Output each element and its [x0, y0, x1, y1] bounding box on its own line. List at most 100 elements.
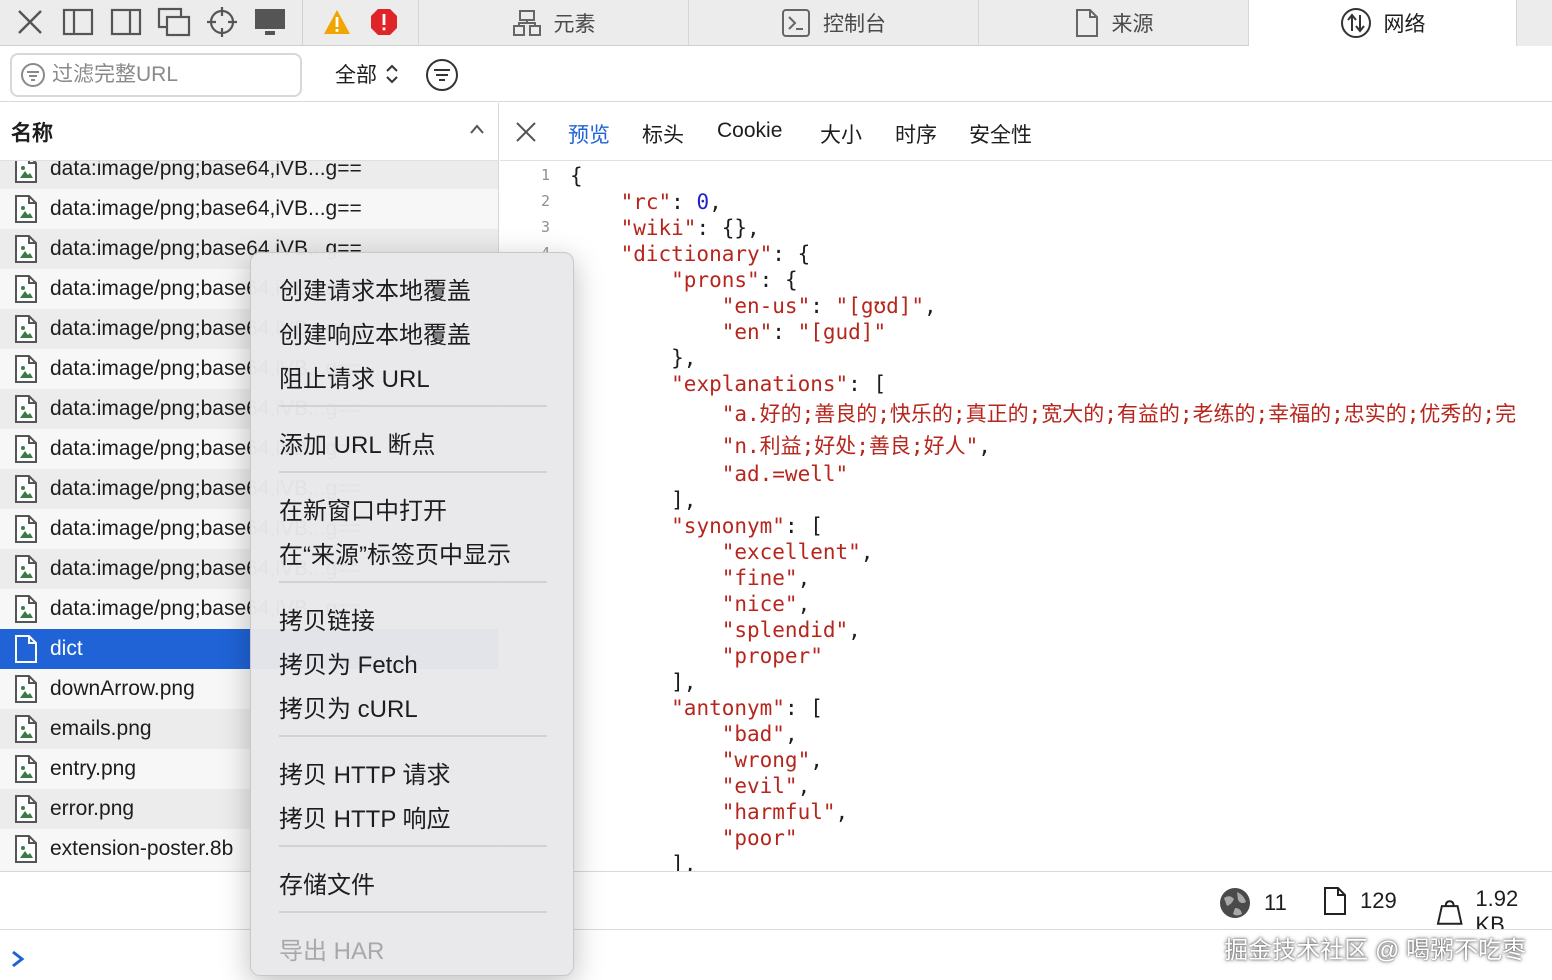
tab-security[interactable]: 安全性 [969, 119, 1032, 149]
filter-icon [21, 63, 45, 87]
tab-headers[interactable]: 标头 [642, 119, 684, 149]
menu-item-copy-link[interactable]: 拷贝链接 [279, 601, 375, 636]
filter-url-field[interactable] [10, 53, 302, 97]
json-string: "[gʊd]" [835, 294, 925, 318]
device-icon[interactable] [252, 4, 288, 40]
tab-network[interactable]: 网络 [1248, 0, 1516, 46]
resource-type-value: 全部 [335, 64, 377, 87]
menu-item-copy-as-fetch[interactable]: 拷贝为 Fetch [279, 645, 418, 680]
close-icon[interactable] [12, 4, 48, 40]
json-line: "proper" [570, 643, 823, 669]
resources-count: 129 [1322, 886, 1397, 916]
tab-console[interactable]: 控制台 [688, 0, 978, 46]
json-string: "proper" [721, 644, 823, 668]
json-line: "poor" [570, 825, 798, 851]
undock-icon[interactable] [156, 4, 192, 40]
image-file-icon [15, 195, 37, 223]
tab-elements[interactable]: 元素 [418, 0, 688, 46]
request-row-name: extension-poster.8b [50, 837, 234, 860]
dock-left-icon[interactable] [60, 4, 96, 40]
tab-preview[interactable]: 预览 [568, 119, 610, 149]
json-line: "explanations": [ [671, 372, 887, 396]
requests-count: 11 [1218, 886, 1287, 920]
watermark: 掘金技术社区 @ 喝粥不吃枣 [1224, 937, 1526, 964]
menu-item-block-request-url[interactable]: 阻止请求 URL [279, 359, 430, 394]
json-key: "explanations" [671, 372, 849, 396]
request-row[interactable]: data:image/png;base64,iVB...g== [0, 189, 498, 229]
request-row-name: data:image/png;base64,iVB...g== [50, 197, 362, 220]
json-key: "dictionary" [620, 242, 773, 266]
menu-separator [279, 581, 547, 583]
devtools-toolbar: 元素 控制台 来源 网络 [0, 0, 1552, 46]
request-row-name: error.png [50, 797, 135, 820]
menu-item-save-file[interactable]: 存储文件 [279, 865, 375, 900]
resource-type-select[interactable]: 全部 [335, 58, 399, 90]
request-row-name: emails.png [50, 717, 152, 740]
json-line: "ad.=well" [570, 461, 848, 487]
filter-url-input[interactable] [52, 63, 272, 87]
menu-separator [279, 471, 547, 473]
column-name-label: 名称 [11, 121, 53, 145]
line-number: 1 [540, 166, 550, 184]
network-icon [1340, 8, 1371, 38]
menu-item-copy-http-response[interactable]: 拷贝 HTTP 响应 [279, 799, 451, 834]
menu-item-open-new-window[interactable]: 在新窗口中打开 [279, 491, 447, 526]
sort-ascending-icon[interactable] [469, 123, 485, 135]
menu-separator [279, 845, 547, 847]
json-string: "a.好的;善良的;快乐的;真正的;宽大的;有益的;老练的;幸福的;忠实的;优秀… [721, 402, 1517, 426]
image-file-icon [15, 595, 37, 623]
json-string: "fine" [721, 566, 798, 590]
console-prompt-icon[interactable] [10, 950, 26, 968]
tab-timing[interactable]: 时序 [895, 119, 937, 149]
request-row-name: entry.png [50, 757, 136, 780]
tab-cookie[interactable]: Cookie [717, 119, 782, 143]
image-file-icon [15, 435, 37, 463]
context-menu: 创建请求本地覆盖 创建响应本地覆盖 阻止请求 URL 添加 URL 断点 在新窗… [250, 252, 574, 976]
json-string: "n.利益;好处;善良;好人" [721, 434, 979, 458]
resources-count-value: 129 [1360, 888, 1397, 913]
image-file-icon [15, 835, 37, 863]
tab-sources[interactable]: 来源 [978, 0, 1248, 46]
error-icon[interactable] [366, 4, 402, 40]
json-line: ], [570, 670, 697, 694]
tab-sources-label: 来源 [1111, 13, 1154, 36]
requests-count-value: 11 [1264, 890, 1287, 915]
line-number: 3 [540, 218, 550, 236]
json-line: "rc": 0, [620, 190, 722, 214]
list-header-name[interactable]: 名称 [0, 103, 498, 161]
image-file-icon [15, 275, 37, 303]
json-string: "harmful" [721, 800, 836, 824]
json-line: "antonym": [ [671, 696, 823, 720]
filter-bar: 全部 [0, 46, 1552, 102]
json-line: }, [570, 346, 697, 370]
json-line: "evil", [721, 774, 811, 798]
select-updown-icon [386, 64, 398, 84]
image-file-icon [15, 755, 37, 783]
inspect-crosshair-icon[interactable] [204, 4, 240, 40]
json-line: "en-us": "[gʊd]", [721, 294, 937, 318]
json-string: "wrong" [721, 748, 811, 772]
menu-separator [279, 911, 547, 913]
json-line: "dictionary": { [620, 242, 811, 266]
dock-right-icon[interactable] [108, 4, 144, 40]
image-file-icon [15, 235, 37, 263]
image-file-icon [15, 315, 37, 343]
json-key: "en-us" [721, 294, 811, 318]
json-line: "fine", [721, 566, 811, 590]
image-file-icon [15, 355, 37, 383]
close-detail-icon[interactable] [514, 120, 538, 144]
filter-options-button[interactable] [425, 58, 459, 92]
menu-item-create-request-override[interactable]: 创建请求本地覆盖 [279, 271, 471, 306]
json-line: "wrong", [721, 748, 823, 772]
image-file-icon [15, 715, 37, 743]
menu-item-copy-as-curl[interactable]: 拷贝为 cURL [279, 689, 418, 724]
menu-item-add-url-breakpoint[interactable]: 添加 URL 断点 [279, 425, 435, 460]
menu-item-reveal-in-sources[interactable]: 在“来源”标签页中显示 [279, 535, 511, 570]
menu-item-copy-http-request[interactable]: 拷贝 HTTP 请求 [279, 755, 451, 790]
json-line: "nice", [721, 592, 811, 616]
image-file-icon [15, 475, 37, 503]
tab-size[interactable]: 大小 [820, 119, 862, 149]
menu-separator [279, 735, 547, 737]
warning-icon[interactable] [319, 4, 355, 40]
menu-item-create-response-override[interactable]: 创建响应本地覆盖 [279, 315, 471, 350]
